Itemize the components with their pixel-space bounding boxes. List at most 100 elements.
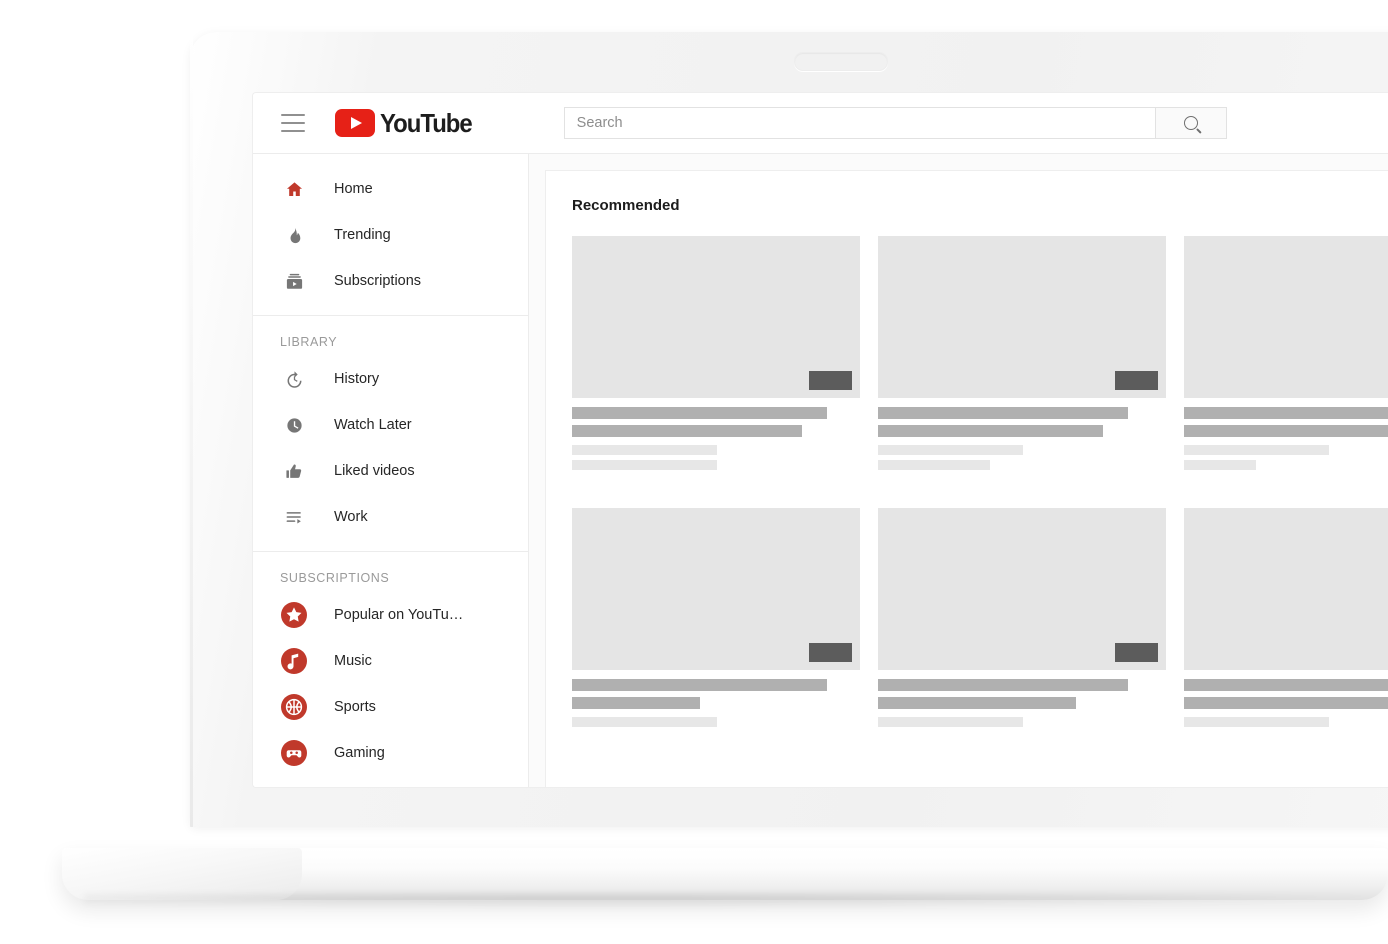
video-card[interactable] xyxy=(878,236,1166,470)
video-duration-badge xyxy=(1115,643,1158,662)
laptop-base-left-bevel xyxy=(62,848,302,900)
video-duration-badge xyxy=(809,371,852,390)
video-meta-placeholder xyxy=(572,445,717,455)
video-card[interactable] xyxy=(878,508,1166,727)
video-meta-placeholder xyxy=(572,460,717,470)
video-meta-placeholder xyxy=(1184,445,1329,455)
video-thumbnail-placeholder[interactable] xyxy=(878,236,1166,398)
music-note-channel-icon xyxy=(280,648,308,674)
flame-icon xyxy=(280,226,308,245)
video-thumbnail-placeholder[interactable] xyxy=(878,508,1166,670)
sidebar-item-history[interactable]: History xyxy=(253,356,528,402)
video-title-placeholder xyxy=(572,679,827,691)
sidebar-item-label: Subscriptions xyxy=(334,273,422,289)
video-meta-placeholder xyxy=(878,460,990,470)
youtube-wordmark: YouTube xyxy=(380,107,473,138)
video-thumbnail-placeholder[interactable] xyxy=(572,236,860,398)
video-duration-badge xyxy=(809,643,852,662)
sidebar-item-label: Gaming xyxy=(334,745,385,761)
sidebar-item-label: Work xyxy=(334,509,368,525)
youtube-logo[interactable]: YouTube xyxy=(335,108,480,139)
video-title-placeholder xyxy=(878,407,1128,419)
sidebar-item-label: History xyxy=(334,371,380,387)
playlist-icon xyxy=(280,508,308,527)
basketball-channel-icon xyxy=(280,694,308,720)
search-bar xyxy=(563,107,1227,139)
history-clock-icon xyxy=(280,370,308,389)
video-card[interactable] xyxy=(572,236,860,470)
gamepad-channel-icon xyxy=(280,740,308,766)
video-title-placeholder xyxy=(1184,425,1388,437)
grid-row-spacer xyxy=(572,470,1388,508)
video-duration-badge xyxy=(1115,371,1158,390)
laptop-drop-shadow xyxy=(84,894,1384,910)
sidebar-item-label: Sports xyxy=(334,699,376,715)
video-title-placeholder xyxy=(1184,697,1388,709)
video-title-placeholder xyxy=(572,425,802,437)
video-title-placeholder xyxy=(878,425,1103,437)
sidebar-item-label: Popular on YouTu… xyxy=(334,607,464,623)
video-meta-placeholder xyxy=(878,445,1023,455)
hamburger-line xyxy=(281,130,305,132)
video-title-placeholder xyxy=(878,679,1128,691)
sidebar-item-subscriptions[interactable]: Subscriptions xyxy=(253,258,528,304)
video-title-placeholder xyxy=(572,407,827,419)
laptop-screen: YouTube Home xyxy=(252,92,1388,788)
sidebar-item-sports[interactable]: Sports xyxy=(253,684,528,730)
search-icon xyxy=(1183,116,1198,130)
video-title-placeholder xyxy=(1184,407,1388,419)
video-title-placeholder xyxy=(1184,679,1388,691)
video-title-placeholder xyxy=(878,697,1076,709)
sidebar-divider xyxy=(253,315,529,316)
app-topbar: YouTube xyxy=(253,93,1388,154)
video-thumbnail-placeholder[interactable] xyxy=(1184,236,1388,398)
hamburger-line xyxy=(281,122,305,124)
youtube-play-icon xyxy=(335,109,375,137)
sidebar-item-label: Watch Later xyxy=(334,417,412,433)
video-grid-row xyxy=(572,508,1388,727)
thumbs-up-icon xyxy=(280,462,308,481)
video-card[interactable] xyxy=(1184,236,1388,470)
sidebar-item-label: Trending xyxy=(334,227,391,243)
hamburger-line xyxy=(281,114,305,116)
hamburger-menu-icon[interactable] xyxy=(281,114,305,132)
video-meta-placeholder xyxy=(1184,460,1256,470)
sidebar-item-label: Home xyxy=(334,181,373,197)
star-channel-icon xyxy=(280,602,308,628)
sidebar-item-watch-later[interactable]: Watch Later xyxy=(253,402,528,448)
sidebar-item-music[interactable]: Music xyxy=(253,638,528,684)
video-card[interactable] xyxy=(1184,508,1388,727)
sidebar-heading-library: LIBRARY xyxy=(280,335,338,349)
home-icon xyxy=(280,180,308,199)
sidebar-item-gaming[interactable]: Gaming xyxy=(253,730,528,776)
page-title: Recommended xyxy=(572,197,680,214)
video-meta-placeholder xyxy=(1184,717,1329,727)
sidebar-item-trending[interactable]: Trending xyxy=(253,212,528,258)
app-body: Home Trending Subscriptions LIBRARY Hist… xyxy=(253,154,1388,787)
video-meta-placeholder xyxy=(572,717,717,727)
sidebar-divider xyxy=(253,551,529,552)
recommended-panel: Recommended xyxy=(545,170,1388,787)
subscriptions-icon xyxy=(280,272,308,291)
video-grid-row xyxy=(572,236,1388,470)
main-content: Recommended xyxy=(529,154,1388,787)
sidebar-item-popular-on-youtube[interactable]: Popular on YouTu… xyxy=(253,592,528,638)
video-title-placeholder xyxy=(572,697,700,709)
sidebar: Home Trending Subscriptions LIBRARY Hist… xyxy=(253,154,529,787)
video-thumbnail-placeholder[interactable] xyxy=(572,508,860,670)
sidebar-item-label: Liked videos xyxy=(334,463,415,479)
screenshot-stage: YouTube Home xyxy=(0,0,1388,944)
sidebar-item-label: Music xyxy=(334,653,372,669)
sidebar-item-liked-videos[interactable]: Liked videos xyxy=(253,448,528,494)
play-triangle-icon xyxy=(351,117,362,129)
video-meta-placeholder xyxy=(878,717,1023,727)
sidebar-item-work[interactable]: Work xyxy=(253,494,528,540)
video-card[interactable] xyxy=(572,508,860,727)
watch-later-clock-icon xyxy=(280,416,308,435)
sidebar-item-home[interactable]: Home xyxy=(253,166,528,212)
search-button[interactable] xyxy=(1154,107,1227,139)
sidebar-heading-subscriptions: SUBSCRIPTIONS xyxy=(280,571,390,585)
laptop-lid-edge-highlight xyxy=(190,32,193,827)
search-input[interactable] xyxy=(563,107,1155,139)
video-thumbnail-placeholder[interactable] xyxy=(1184,508,1388,670)
